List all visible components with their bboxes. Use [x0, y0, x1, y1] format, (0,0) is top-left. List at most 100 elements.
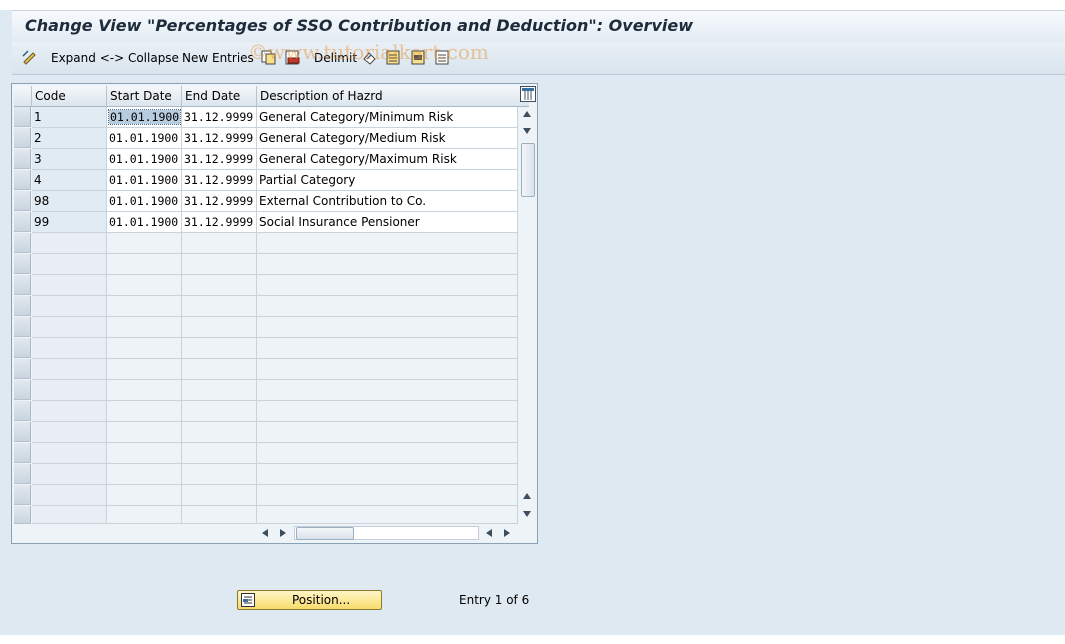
scroll-last-column-icon[interactable]: [504, 529, 510, 537]
scroll-first-column-icon[interactable]: [262, 529, 268, 537]
select-all-icon[interactable]: [386, 50, 401, 65]
row-selector[interactable]: [14, 464, 31, 484]
position-icon: [241, 593, 255, 607]
row-selector[interactable]: [14, 443, 31, 463]
application-toolbar: Expand <-> Collapse New Entries Delimit: [12, 42, 1065, 75]
scroll-left-icon[interactable]: [280, 529, 286, 537]
empty-cell: [32, 233, 107, 254]
empty-cell: [32, 380, 107, 401]
empty-cell: [32, 359, 107, 380]
empty-row: [14, 401, 518, 422]
end-date-cell[interactable]: 31.12.9999: [182, 212, 257, 233]
start-date-cell[interactable]: 01.01.1900: [107, 170, 182, 191]
row-selector[interactable]: [14, 107, 31, 127]
table-row[interactable]: 98 01.01.1900 31.12.9999 External Contri…: [14, 191, 518, 212]
horizontal-scroll-thumb[interactable]: [296, 527, 354, 540]
start-date-cell[interactable]: 01.01.1900: [107, 128, 182, 149]
row-selector[interactable]: [14, 275, 31, 295]
scroll-page-up-icon[interactable]: [523, 111, 531, 117]
row-selector[interactable]: [14, 485, 31, 505]
empty-cell: [107, 338, 182, 359]
table-row[interactable]: 99 01.01.1900 31.12.9999 Social Insuranc…: [14, 212, 518, 233]
column-header-end-date[interactable]: End Date: [182, 86, 257, 106]
row-selector[interactable]: [14, 338, 31, 358]
empty-cell: [182, 401, 257, 422]
empty-cell: [32, 254, 107, 275]
table-row[interactable]: 2 01.01.1900 31.12.9999 General Category…: [14, 128, 518, 149]
table-control: Code Start Date End Date Description of …: [11, 83, 538, 544]
deselect-all-icon[interactable]: [435, 50, 450, 65]
row-selector[interactable]: [14, 128, 31, 148]
end-date-cell[interactable]: 31.12.9999: [182, 170, 257, 191]
row-selector[interactable]: [14, 380, 31, 400]
row-selector[interactable]: [14, 296, 31, 316]
table-row[interactable]: 3 01.01.1900 31.12.9999 General Category…: [14, 149, 518, 170]
entry-counter: Entry 1 of 6: [459, 593, 530, 607]
empty-cell: [32, 401, 107, 422]
row-selector[interactable]: [14, 401, 31, 421]
vertical-scroll-thumb[interactable]: [521, 143, 535, 197]
row-selector[interactable]: [14, 254, 31, 274]
empty-row: [14, 443, 518, 464]
row-selector[interactable]: [14, 191, 31, 211]
end-date-cell[interactable]: 31.12.9999: [182, 149, 257, 170]
row-selector[interactable]: [14, 170, 31, 190]
row-selector[interactable]: [14, 359, 31, 379]
empty-row: [14, 296, 518, 317]
empty-cell: [107, 296, 182, 317]
column-header-start-date[interactable]: Start Date: [107, 86, 182, 106]
row-selector[interactable]: [14, 149, 31, 169]
empty-cell: [257, 359, 518, 380]
horizontal-scrollbar[interactable]: [258, 526, 518, 540]
column-header-description[interactable]: Description of Hazrd: [257, 86, 529, 106]
copy-as-icon[interactable]: [261, 50, 276, 65]
delimit-button[interactable]: Delimit: [314, 51, 357, 65]
page-title: Change View "Percentages of SSO Contribu…: [25, 16, 693, 35]
scroll-up-icon[interactable]: [523, 128, 531, 134]
row-selector[interactable]: [14, 317, 31, 337]
empty-cell: [257, 275, 518, 296]
empty-cell: [182, 443, 257, 464]
delete-icon[interactable]: [285, 50, 300, 65]
start-date-cell[interactable]: 01.01.1900: [107, 191, 182, 212]
empty-cell: [182, 422, 257, 443]
empty-cell: [107, 233, 182, 254]
empty-cell: [32, 506, 107, 524]
scroll-right-icon[interactable]: [486, 529, 492, 537]
empty-cell: [257, 422, 518, 443]
expand-collapse-button[interactable]: Expand <-> Collapse: [51, 51, 179, 65]
edit-glasses-icon[interactable]: [22, 50, 37, 65]
empty-cell: [182, 485, 257, 506]
start-date-cell[interactable]: 01.01.1900: [107, 212, 182, 233]
column-header-code[interactable]: Code: [32, 86, 107, 106]
empty-cell: [182, 506, 257, 524]
scroll-down-icon[interactable]: [523, 493, 531, 499]
empty-cell: [107, 275, 182, 296]
row-selector[interactable]: [14, 422, 31, 442]
new-entries-button[interactable]: New Entries: [182, 51, 254, 65]
table-row[interactable]: 4 01.01.1900 31.12.9999 Partial Category: [14, 170, 518, 191]
position-button[interactable]: Position...: [237, 590, 382, 610]
table-settings-icon[interactable]: [520, 86, 536, 102]
empty-cell: [182, 254, 257, 275]
empty-cell: [107, 443, 182, 464]
empty-row: [14, 275, 518, 296]
end-date-cell[interactable]: 31.12.9999: [182, 107, 257, 128]
table-row[interactable]: 1 01.01.1900 31.12.9999 General Category…: [14, 107, 518, 128]
description-cell: Social Insurance Pensioner: [257, 212, 518, 233]
start-date-value[interactable]: 01.01.1900: [107, 109, 181, 125]
row-selector[interactable]: [14, 233, 31, 253]
start-date-cell[interactable]: 01.01.1900: [107, 149, 182, 170]
end-date-cell[interactable]: 31.12.9999: [182, 128, 257, 149]
scroll-page-down-icon[interactable]: [523, 511, 531, 517]
row-selector[interactable]: [14, 506, 31, 524]
undo-change-icon[interactable]: [362, 50, 377, 65]
start-date-cell[interactable]: 01.01.1900: [107, 107, 182, 128]
empty-row: [14, 380, 518, 401]
row-selector[interactable]: [14, 212, 31, 232]
end-date-cell[interactable]: 31.12.9999: [182, 191, 257, 212]
vertical-scrollbar[interactable]: [520, 107, 536, 524]
select-block-icon[interactable]: [411, 50, 426, 65]
select-all-rows-header[interactable]: [14, 86, 32, 106]
empty-cell: [32, 443, 107, 464]
